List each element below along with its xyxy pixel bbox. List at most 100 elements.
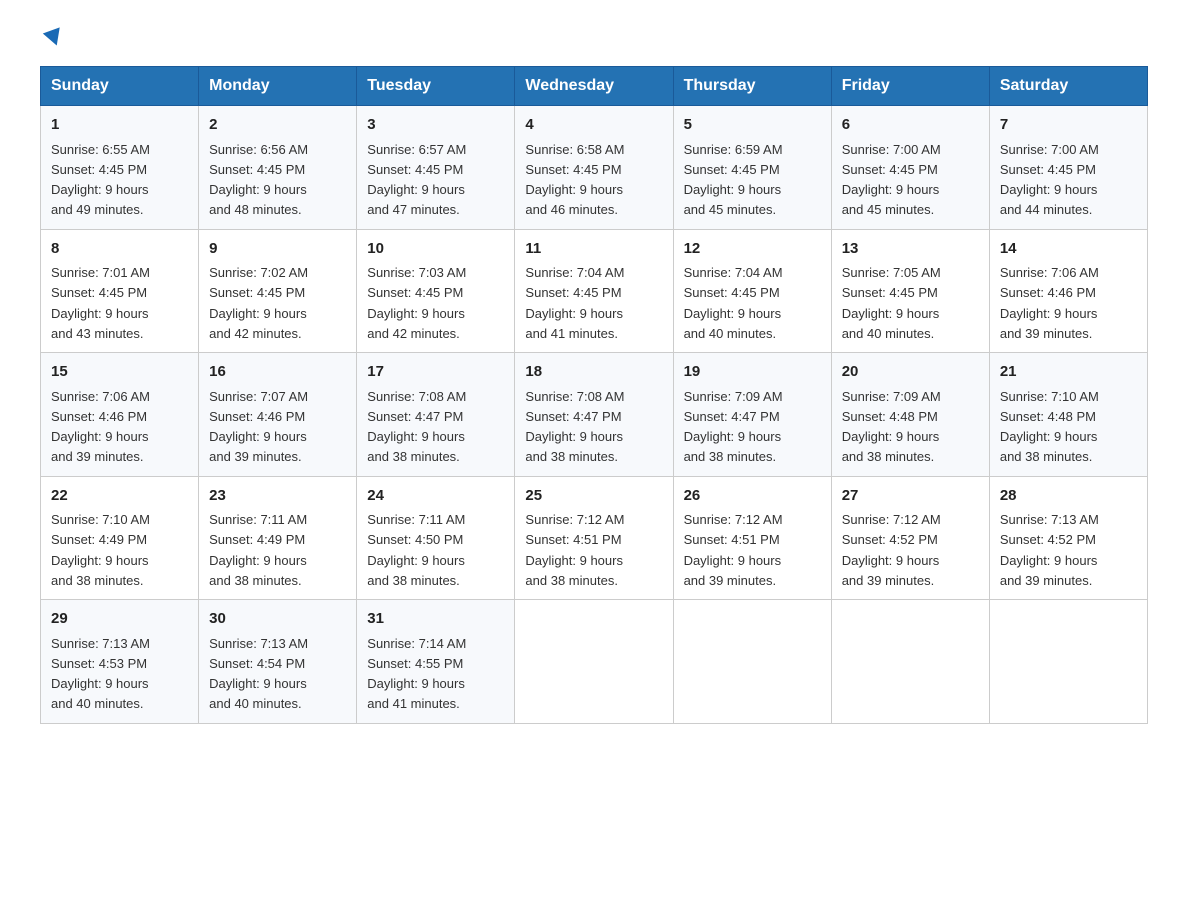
calendar-cell: 8 Sunrise: 7:01 AMSunset: 4:45 PMDayligh… (41, 229, 199, 353)
calendar-cell: 12 Sunrise: 7:04 AMSunset: 4:45 PMDaylig… (673, 229, 831, 353)
calendar-cell: 13 Sunrise: 7:05 AMSunset: 4:45 PMDaylig… (831, 229, 989, 353)
day-info: Sunrise: 7:12 AMSunset: 4:51 PMDaylight:… (684, 512, 783, 588)
day-info: Sunrise: 6:57 AMSunset: 4:45 PMDaylight:… (367, 142, 466, 218)
day-info: Sunrise: 7:09 AMSunset: 4:48 PMDaylight:… (842, 389, 941, 465)
day-number: 9 (209, 238, 346, 261)
calendar-table: SundayMondayTuesdayWednesdayThursdayFrid… (40, 66, 1148, 724)
day-number: 4 (525, 114, 662, 137)
calendar-cell: 28 Sunrise: 7:13 AMSunset: 4:52 PMDaylig… (989, 476, 1147, 600)
weekday-header-row: SundayMondayTuesdayWednesdayThursdayFrid… (41, 67, 1148, 106)
calendar-body: 1 Sunrise: 6:55 AMSunset: 4:45 PMDayligh… (41, 106, 1148, 724)
day-info: Sunrise: 7:06 AMSunset: 4:46 PMDaylight:… (51, 389, 150, 465)
day-info: Sunrise: 7:00 AMSunset: 4:45 PMDaylight:… (842, 142, 941, 218)
day-info: Sunrise: 7:13 AMSunset: 4:54 PMDaylight:… (209, 636, 308, 712)
calendar-cell: 10 Sunrise: 7:03 AMSunset: 4:45 PMDaylig… (357, 229, 515, 353)
calendar-cell: 5 Sunrise: 6:59 AMSunset: 4:45 PMDayligh… (673, 106, 831, 230)
calendar-cell: 11 Sunrise: 7:04 AMSunset: 4:45 PMDaylig… (515, 229, 673, 353)
calendar-cell: 6 Sunrise: 7:00 AMSunset: 4:45 PMDayligh… (831, 106, 989, 230)
day-info: Sunrise: 7:04 AMSunset: 4:45 PMDaylight:… (684, 265, 783, 341)
day-number: 1 (51, 114, 188, 137)
day-info: Sunrise: 7:02 AMSunset: 4:45 PMDaylight:… (209, 265, 308, 341)
calendar-cell: 30 Sunrise: 7:13 AMSunset: 4:54 PMDaylig… (199, 600, 357, 724)
calendar-cell: 3 Sunrise: 6:57 AMSunset: 4:45 PMDayligh… (357, 106, 515, 230)
day-number: 29 (51, 608, 188, 631)
day-number: 5 (684, 114, 821, 137)
calendar-cell: 20 Sunrise: 7:09 AMSunset: 4:48 PMDaylig… (831, 353, 989, 477)
calendar-cell (673, 600, 831, 724)
day-info: Sunrise: 7:08 AMSunset: 4:47 PMDaylight:… (367, 389, 466, 465)
day-number: 8 (51, 238, 188, 261)
calendar-cell: 29 Sunrise: 7:13 AMSunset: 4:53 PMDaylig… (41, 600, 199, 724)
calendar-cell: 16 Sunrise: 7:07 AMSunset: 4:46 PMDaylig… (199, 353, 357, 477)
day-info: Sunrise: 7:10 AMSunset: 4:48 PMDaylight:… (1000, 389, 1099, 465)
day-number: 6 (842, 114, 979, 137)
calendar-week-1: 1 Sunrise: 6:55 AMSunset: 4:45 PMDayligh… (41, 106, 1148, 230)
day-info: Sunrise: 7:05 AMSunset: 4:45 PMDaylight:… (842, 265, 941, 341)
day-number: 14 (1000, 238, 1137, 261)
weekday-header-friday: Friday (831, 67, 989, 106)
calendar-cell: 7 Sunrise: 7:00 AMSunset: 4:45 PMDayligh… (989, 106, 1147, 230)
day-number: 19 (684, 361, 821, 384)
day-number: 17 (367, 361, 504, 384)
weekday-header-sunday: Sunday (41, 67, 199, 106)
day-info: Sunrise: 7:00 AMSunset: 4:45 PMDaylight:… (1000, 142, 1099, 218)
day-number: 15 (51, 361, 188, 384)
calendar-cell: 27 Sunrise: 7:12 AMSunset: 4:52 PMDaylig… (831, 476, 989, 600)
weekday-header-tuesday: Tuesday (357, 67, 515, 106)
day-info: Sunrise: 7:12 AMSunset: 4:52 PMDaylight:… (842, 512, 941, 588)
calendar-cell (515, 600, 673, 724)
day-info: Sunrise: 7:10 AMSunset: 4:49 PMDaylight:… (51, 512, 150, 588)
day-info: Sunrise: 7:07 AMSunset: 4:46 PMDaylight:… (209, 389, 308, 465)
weekday-header-wednesday: Wednesday (515, 67, 673, 106)
calendar-cell: 19 Sunrise: 7:09 AMSunset: 4:47 PMDaylig… (673, 353, 831, 477)
logo (40, 30, 63, 46)
calendar-cell: 22 Sunrise: 7:10 AMSunset: 4:49 PMDaylig… (41, 476, 199, 600)
calendar-cell: 25 Sunrise: 7:12 AMSunset: 4:51 PMDaylig… (515, 476, 673, 600)
day-info: Sunrise: 6:59 AMSunset: 4:45 PMDaylight:… (684, 142, 783, 218)
day-info: Sunrise: 7:13 AMSunset: 4:52 PMDaylight:… (1000, 512, 1099, 588)
day-number: 13 (842, 238, 979, 261)
day-number: 20 (842, 361, 979, 384)
day-number: 23 (209, 485, 346, 508)
day-info: Sunrise: 7:03 AMSunset: 4:45 PMDaylight:… (367, 265, 466, 341)
calendar-cell: 18 Sunrise: 7:08 AMSunset: 4:47 PMDaylig… (515, 353, 673, 477)
calendar-header: SundayMondayTuesdayWednesdayThursdayFrid… (41, 67, 1148, 106)
calendar-cell: 14 Sunrise: 7:06 AMSunset: 4:46 PMDaylig… (989, 229, 1147, 353)
weekday-header-saturday: Saturday (989, 67, 1147, 106)
day-number: 21 (1000, 361, 1137, 384)
day-number: 24 (367, 485, 504, 508)
day-info: Sunrise: 7:11 AMSunset: 4:49 PMDaylight:… (209, 512, 307, 588)
calendar-cell: 21 Sunrise: 7:10 AMSunset: 4:48 PMDaylig… (989, 353, 1147, 477)
calendar-cell: 9 Sunrise: 7:02 AMSunset: 4:45 PMDayligh… (199, 229, 357, 353)
day-number: 11 (525, 238, 662, 261)
day-number: 2 (209, 114, 346, 137)
calendar-week-2: 8 Sunrise: 7:01 AMSunset: 4:45 PMDayligh… (41, 229, 1148, 353)
day-info: Sunrise: 7:08 AMSunset: 4:47 PMDaylight:… (525, 389, 624, 465)
day-info: Sunrise: 6:55 AMSunset: 4:45 PMDaylight:… (51, 142, 150, 218)
day-info: Sunrise: 7:13 AMSunset: 4:53 PMDaylight:… (51, 636, 150, 712)
calendar-week-4: 22 Sunrise: 7:10 AMSunset: 4:49 PMDaylig… (41, 476, 1148, 600)
calendar-cell: 24 Sunrise: 7:11 AMSunset: 4:50 PMDaylig… (357, 476, 515, 600)
calendar-cell: 15 Sunrise: 7:06 AMSunset: 4:46 PMDaylig… (41, 353, 199, 477)
calendar-week-3: 15 Sunrise: 7:06 AMSunset: 4:46 PMDaylig… (41, 353, 1148, 477)
calendar-cell: 4 Sunrise: 6:58 AMSunset: 4:45 PMDayligh… (515, 106, 673, 230)
day-info: Sunrise: 7:11 AMSunset: 4:50 PMDaylight:… (367, 512, 465, 588)
day-number: 18 (525, 361, 662, 384)
day-number: 22 (51, 485, 188, 508)
calendar-cell: 31 Sunrise: 7:14 AMSunset: 4:55 PMDaylig… (357, 600, 515, 724)
day-info: Sunrise: 7:04 AMSunset: 4:45 PMDaylight:… (525, 265, 624, 341)
day-info: Sunrise: 7:12 AMSunset: 4:51 PMDaylight:… (525, 512, 624, 588)
day-number: 26 (684, 485, 821, 508)
logo-blue-text (40, 30, 63, 46)
calendar-cell: 1 Sunrise: 6:55 AMSunset: 4:45 PMDayligh… (41, 106, 199, 230)
calendar-cell: 23 Sunrise: 7:11 AMSunset: 4:49 PMDaylig… (199, 476, 357, 600)
calendar-cell (831, 600, 989, 724)
calendar-cell: 17 Sunrise: 7:08 AMSunset: 4:47 PMDaylig… (357, 353, 515, 477)
day-number: 28 (1000, 485, 1137, 508)
day-number: 25 (525, 485, 662, 508)
day-number: 3 (367, 114, 504, 137)
page-header (40, 30, 1148, 46)
day-info: Sunrise: 6:58 AMSunset: 4:45 PMDaylight:… (525, 142, 624, 218)
day-number: 31 (367, 608, 504, 631)
day-number: 27 (842, 485, 979, 508)
